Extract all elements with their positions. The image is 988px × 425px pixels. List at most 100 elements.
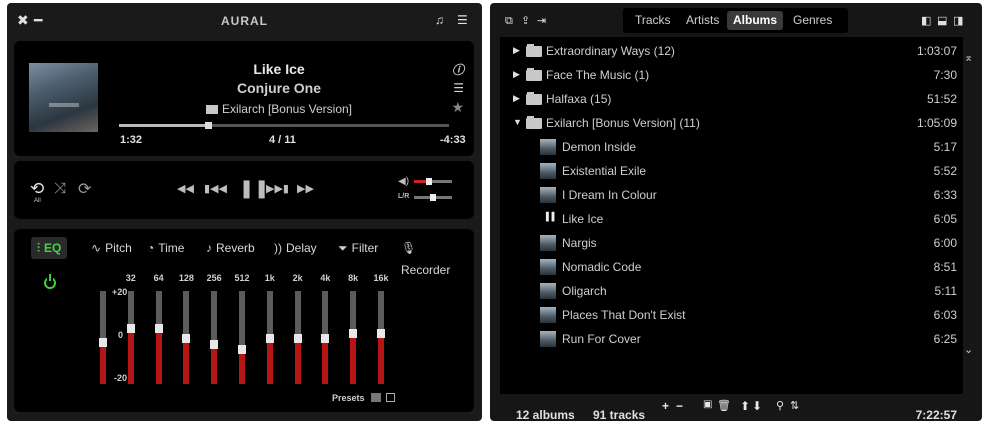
- eq-band-knob[interactable]: [265, 334, 274, 343]
- track-row[interactable]: ▐▐ Like Ice 6:05: [500, 207, 963, 231]
- album-row[interactable]: ▶ Extraordinary Ways (12) 1:03:07: [500, 39, 963, 63]
- eq-band-knob[interactable]: [182, 334, 191, 343]
- eq-band-knob[interactable]: [210, 340, 219, 349]
- loop-segment-icon[interactable]: ⟳: [78, 179, 91, 199]
- move-up-icon[interactable]: ⬆: [740, 399, 750, 413]
- balance-knob[interactable]: [430, 194, 436, 201]
- track-row[interactable]: Places That Don't Exist 6:03: [500, 303, 963, 327]
- sort-icon[interactable]: ⇅: [790, 399, 799, 412]
- trash-icon[interactable]: 🗑︎: [717, 399, 731, 412]
- tab-pitch[interactable]: ∿ Pitch: [85, 237, 138, 259]
- shuffle-icon[interactable]: ⤨: [54, 180, 66, 197]
- eq-band-slider[interactable]: [377, 291, 385, 384]
- tab-time[interactable]: ◔ Time: [141, 237, 190, 259]
- eq-band-knob[interactable]: [99, 338, 107, 347]
- tab-eq[interactable]: ⫶ EQ: [31, 237, 68, 259]
- track-row[interactable]: Nomadic Code 8:51: [500, 255, 963, 279]
- library-tab-genres[interactable]: Genres: [787, 11, 838, 30]
- layout-right-icon[interactable]: ◨: [953, 13, 963, 29]
- track-row[interactable]: Run For Cover 6:25: [500, 327, 963, 351]
- library-tab-albums[interactable]: Albums: [727, 11, 784, 30]
- eq-band-knob[interactable]: [238, 345, 246, 354]
- playlist-toggle-icon[interactable]: ♫: [435, 12, 444, 28]
- album-row[interactable]: ▼ Exilarch [Bonus Version] (11) 1:05:09: [500, 111, 963, 135]
- track-art-thumb: [540, 307, 556, 323]
- eq-power-icon[interactable]: [44, 274, 56, 289]
- presets-label[interactable]: Presets: [332, 393, 395, 403]
- effects-toggle-icon[interactable]: ☰: [457, 12, 468, 28]
- eq-band-slider[interactable]: [349, 291, 358, 384]
- library-tab-tracks[interactable]: Tracks: [629, 11, 677, 30]
- layout-left-icon[interactable]: ◧: [921, 13, 931, 29]
- track-row[interactable]: Nargis 6:00: [500, 231, 963, 255]
- album-name: Exilarch [Bonus Version] (11): [546, 116, 700, 130]
- expand-icon[interactable]: ▶: [513, 93, 520, 104]
- favorite-star-icon[interactable]: ★: [451, 99, 464, 116]
- track-row[interactable]: Oligarch 5:11: [500, 279, 963, 303]
- eq-band-slider[interactable]: [321, 291, 330, 384]
- eq-band-slider[interactable]: [210, 291, 219, 384]
- next-track-icon[interactable]: ▶▶▮: [266, 182, 289, 195]
- seek-forward-icon[interactable]: ▶▶: [297, 182, 314, 195]
- eq-band-knob[interactable]: [321, 334, 330, 343]
- scroll-top-icon[interactable]: ⌅: [964, 51, 973, 64]
- import-icon[interactable]: ⇥: [537, 13, 546, 29]
- queue-icon[interactable]: ☰: [453, 81, 464, 95]
- tab-delay[interactable]: )) Delay: [268, 237, 323, 259]
- scroll-bottom-icon[interactable]: ⌄: [964, 343, 973, 356]
- eq-band-slider[interactable]: [238, 291, 246, 384]
- move-down-icon[interactable]: ⬇: [752, 399, 762, 413]
- tab-recorder[interactable]: 🎙︎ Recorder: [395, 237, 474, 277]
- seek-backward-icon[interactable]: ◀◀: [177, 182, 194, 195]
- volume-slider[interactable]: [414, 178, 452, 185]
- pop-out-icon[interactable]: ⧉: [505, 13, 513, 29]
- eq-band-slider[interactable]: [126, 291, 135, 384]
- volume-icon[interactable]: ◀): [398, 176, 409, 187]
- elapsed-time[interactable]: 1:32: [120, 134, 142, 146]
- eq-band-knob[interactable]: [293, 334, 302, 343]
- library-window: ⧉ ⇪ ⇥ Tracks Artists Albums Genres ◧ ⬓ ◨ 12…: [490, 3, 982, 422]
- tab-filter[interactable]: ⏷ Filter: [332, 237, 384, 259]
- collapse-icon[interactable]: ▼: [513, 117, 522, 127]
- add-icon[interactable]: +: [662, 399, 669, 413]
- eq-band-slider[interactable]: [154, 291, 163, 384]
- eq-band-slider[interactable]: [293, 291, 302, 384]
- track-row[interactable]: I Dream In Colour 6:33: [500, 183, 963, 207]
- eq-band-slider[interactable]: [265, 291, 274, 384]
- eq-band-slider[interactable]: [182, 291, 191, 384]
- eq-band-knob[interactable]: [154, 324, 163, 333]
- save-icon[interactable]: ▣: [703, 399, 712, 410]
- eq-band-knob[interactable]: [377, 329, 385, 338]
- layout-bottom-icon[interactable]: ⬓: [937, 13, 947, 29]
- album-row[interactable]: ▶ Halfaxa (15) 51:52: [500, 87, 963, 111]
- eq-band-knob[interactable]: [349, 329, 358, 338]
- tab-label: Time: [158, 241, 185, 255]
- remaining-time[interactable]: -4:33: [440, 134, 466, 146]
- balance-slider[interactable]: [414, 194, 452, 201]
- expand-icon[interactable]: ▶: [513, 45, 520, 56]
- save-preset-icon[interactable]: [385, 393, 395, 402]
- track-row[interactable]: Demon Inside 5:17: [500, 135, 963, 159]
- presets-menu-icon[interactable]: [371, 393, 382, 402]
- eq-preamp-slider[interactable]: [99, 291, 107, 384]
- info-icon[interactable]: ⓘ: [452, 61, 464, 78]
- eq-band-knob[interactable]: [126, 324, 135, 333]
- library-tab-artists[interactable]: Artists: [680, 11, 725, 30]
- search-icon[interactable]: ⚲: [776, 399, 784, 412]
- filter-icon: ⏷: [338, 241, 348, 255]
- track-duration: 5:11: [934, 284, 957, 298]
- remove-icon[interactable]: −: [676, 399, 683, 413]
- repeat-icon[interactable]: ⟲: [30, 179, 44, 199]
- previous-track-icon[interactable]: ▮◀◀: [204, 182, 227, 195]
- track-row[interactable]: Existential Exile 5:52: [500, 159, 963, 183]
- expand-icon[interactable]: ▶: [513, 69, 520, 80]
- album-row[interactable]: ▶ Face The Music (1) 7:30: [500, 63, 963, 87]
- seek-knob[interactable]: [205, 122, 212, 129]
- seek-bar[interactable]: [119, 122, 449, 129]
- eq-band-fill: [155, 328, 162, 384]
- export-icon[interactable]: ⇪: [521, 13, 530, 29]
- tab-reverb[interactable]: ♪ Reverb: [200, 237, 261, 259]
- track-duration: 5:52: [933, 164, 957, 178]
- pause-icon[interactable]: ❚❚: [239, 178, 269, 199]
- volume-knob[interactable]: [426, 178, 432, 185]
